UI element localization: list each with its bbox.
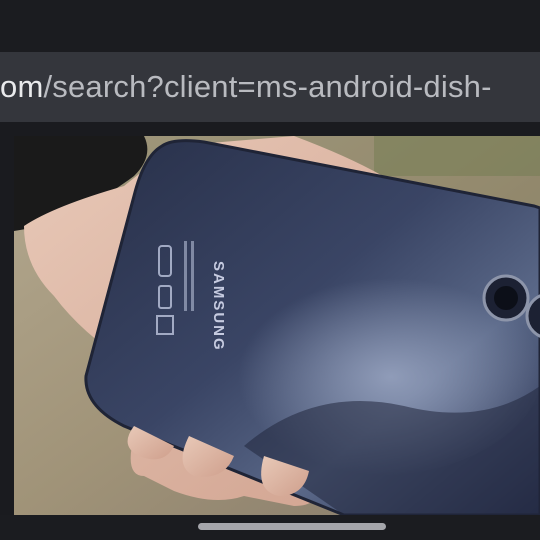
url-domain: om — [0, 69, 44, 104]
phone-photo: SAMSUNG — [14, 136, 540, 515]
brand-logo-text: SAMSUNG — [210, 261, 227, 352]
home-indicator[interactable] — [198, 523, 386, 530]
address-bar[interactable]: om/search?client=ms-android-dish- — [0, 52, 540, 122]
left-gutter — [0, 136, 14, 515]
divider — [0, 122, 540, 136]
url-path: /search?client=ms-android-dish- — [43, 69, 492, 104]
top-status-area — [0, 0, 540, 52]
url-text[interactable]: om/search?client=ms-android-dish- — [0, 67, 492, 107]
search-result-image[interactable]: SAMSUNG — [14, 136, 540, 515]
browser-screen: om/search?client=ms-android-dish- SAMSUN… — [0, 0, 540, 540]
